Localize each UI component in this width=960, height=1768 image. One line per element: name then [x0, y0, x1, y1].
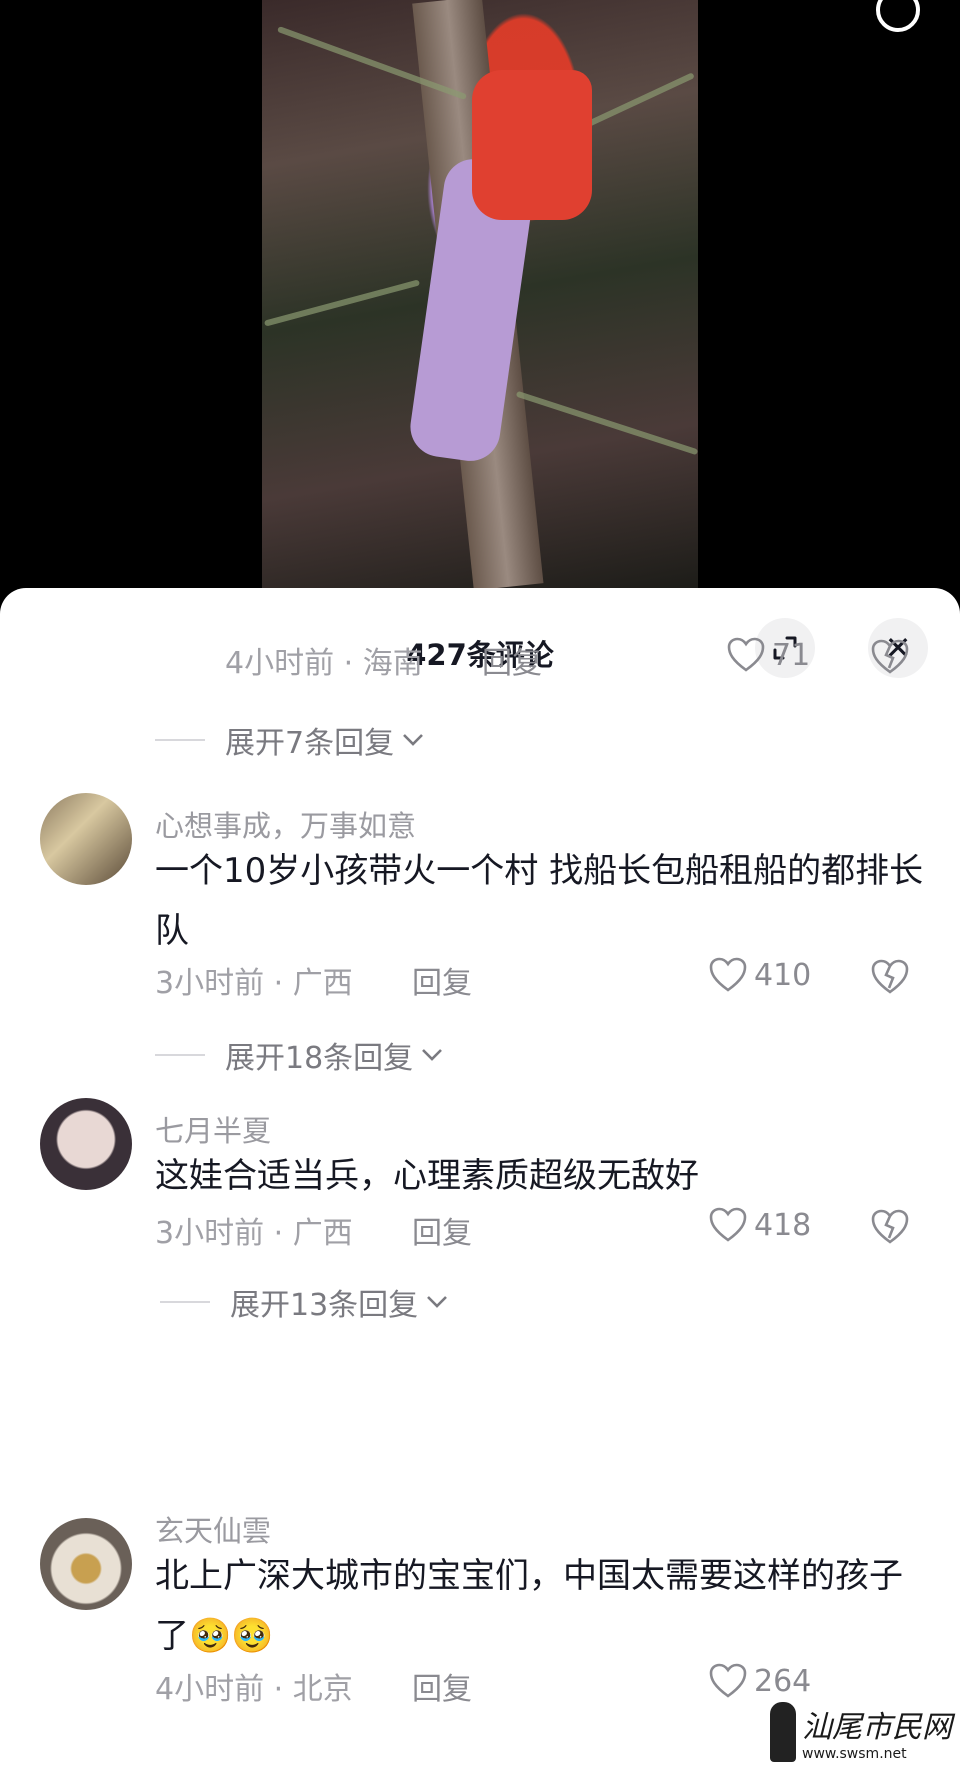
like-button[interactable]: 410 [708, 956, 811, 994]
like-count: 418 [754, 1207, 812, 1243]
reply-button[interactable]: 回复 [482, 638, 542, 682]
heart-icon [709, 1207, 747, 1242]
palm-frond [515, 390, 698, 456]
comment-time: 4小时前 [155, 1672, 265, 1707]
avatar[interactable] [40, 1098, 132, 1190]
comment-meta: 3小时前 · 广西 [155, 958, 353, 1002]
like-count: 264 [754, 1663, 812, 1699]
comment-location: 海南 [362, 646, 423, 681]
child-shirt [472, 70, 592, 220]
comments-header: 427条评论 ✕ [0, 588, 960, 688]
meta-separator: · [264, 1216, 293, 1251]
comment-meta: 3小时前 · 广西 [155, 1208, 353, 1252]
divider-line [155, 739, 205, 741]
like-button[interactable]: 418 [708, 1206, 811, 1244]
comment-username[interactable]: 玄天仙雲 [155, 1508, 271, 1550]
video-frame[interactable] [262, 0, 698, 590]
comments-sheet: 427条评论 ✕ 4小时前 · 海南 回复 71 展开7条回复 心想事成，万事如… [0, 588, 960, 1768]
avatar[interactable] [40, 1518, 132, 1610]
chevron-down-icon [427, 1296, 448, 1308]
expand-replies-button[interactable]: 展开18条回复 [155, 1033, 443, 1077]
video-player[interactable] [0, 0, 960, 600]
meta-separator: · [264, 1672, 293, 1707]
comment-time: 4小时前 [225, 646, 335, 681]
heart-icon [709, 957, 747, 992]
comment-content: 北上广深大城市的宝宝们，中国太需要这样的孩子了🥹🥹 [155, 1556, 903, 1656]
meta-separator: · [264, 966, 293, 1001]
reply-button[interactable]: 回复 [412, 1208, 472, 1252]
like-count: 71 [772, 637, 811, 673]
watermark-text: 汕尾市民网 www.swsm.net [802, 1702, 952, 1762]
expand-replies-label: 展开18条回复 [225, 1041, 414, 1076]
expand-replies-button[interactable]: 展开13条回复 [160, 1280, 448, 1324]
watermark-name: 汕尾市民网 [802, 1710, 952, 1745]
comment-time: 3小时前 [155, 1216, 265, 1251]
reply-button[interactable]: 回复 [412, 958, 472, 1002]
heart-icon [727, 637, 765, 672]
chevron-down-icon [403, 734, 424, 746]
divider-line [155, 1054, 205, 1056]
comment-username[interactable]: 七月半夏 [155, 1108, 271, 1150]
site-watermark: 汕尾市民网 www.swsm.net [770, 1702, 952, 1762]
meta-separator: · [334, 646, 363, 681]
watermark-url: www.swsm.net [802, 1746, 907, 1762]
comment-time: 3小时前 [155, 966, 265, 1001]
expand-replies-label: 展开13条回复 [230, 1288, 419, 1323]
like-button[interactable]: 71 [726, 636, 810, 674]
comment-content: 一个10岁小孩带火一个村 找船长包船租船的都排长队 [155, 851, 924, 951]
comment-location: 广西 [292, 1216, 353, 1251]
comment-meta: 4小时前 · 北京 [155, 1664, 353, 1708]
chevron-down-icon [422, 1049, 443, 1061]
palm-frond [263, 279, 421, 327]
broken-heart-icon[interactable] [870, 638, 910, 676]
person-silhouette-icon [770, 1702, 796, 1762]
avatar[interactable] [40, 793, 132, 885]
like-count: 410 [754, 957, 812, 993]
expand-replies-label: 展开7条回复 [225, 726, 395, 761]
comment-location: 北京 [292, 1672, 353, 1707]
heart-icon [709, 1663, 747, 1698]
broken-heart-icon[interactable] [870, 958, 910, 996]
comment-meta: 4小时前 · 海南 [225, 638, 423, 682]
reply-button[interactable]: 回复 [412, 1664, 472, 1708]
like-button[interactable]: 264 [708, 1662, 811, 1700]
comment-location: 广西 [292, 966, 353, 1001]
broken-heart-icon[interactable] [870, 1208, 910, 1246]
expand-replies-button[interactable]: 展开7条回复 [155, 718, 424, 762]
comment-username[interactable]: 心想事成，万事如意 [155, 803, 416, 845]
comments-count-title: 427条评论 [406, 638, 554, 672]
comment-content: 这娃合适当兵，心理素质超级无敌好 [155, 1156, 699, 1196]
search-icon[interactable] [876, 0, 920, 32]
divider-line [160, 1301, 210, 1303]
